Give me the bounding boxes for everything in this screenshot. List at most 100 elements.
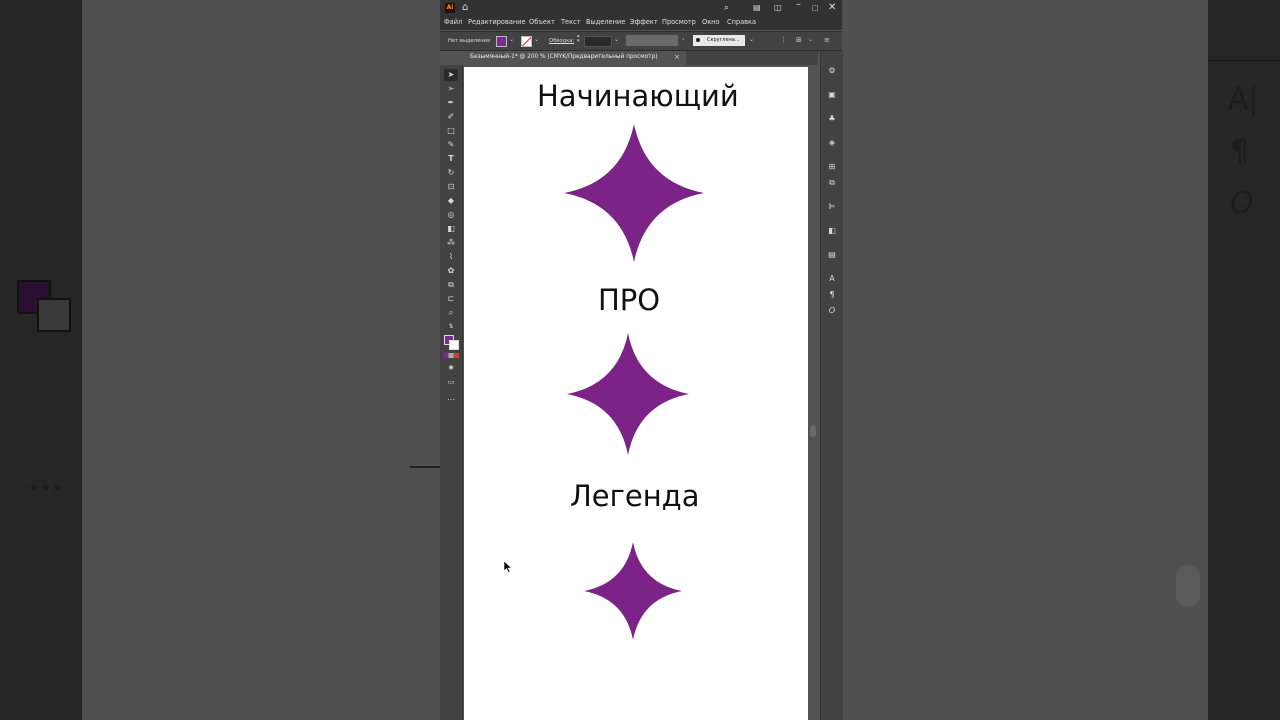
- appearance-icon[interactable]: ▤: [826, 249, 838, 261]
- stroke-weight-stepper[interactable]: ▴ ▾: [577, 34, 580, 44]
- eraser-tool-icon[interactable]: ◆: [444, 195, 458, 207]
- symbols-icon[interactable]: ♣: [826, 113, 838, 125]
- document-tab-bar: Безымянный-1* @ 200 % (CMYK/Предваритель…: [464, 51, 818, 65]
- free-transform-tool-icon[interactable]: ⊡: [444, 181, 458, 193]
- paragraph-icon[interactable]: ¶: [826, 289, 838, 301]
- transform-icon[interactable]: ⊞: [796, 36, 802, 44]
- home-icon[interactable]: ⌂: [462, 1, 468, 15]
- tool-stroke-swatch[interactable]: [449, 340, 459, 350]
- pen-tool-icon[interactable]: ✒: [444, 97, 458, 109]
- fill-color-swatch[interactable]: [496, 36, 507, 47]
- workspace-icon[interactable]: ▤: [753, 1, 761, 15]
- background-type-icon: A|: [1228, 82, 1259, 117]
- minimize-icon[interactable]: –: [796, 0, 801, 12]
- mesh-tool-icon[interactable]: ⁂: [444, 237, 458, 249]
- selection-tool-icon[interactable]: ➤: [444, 69, 458, 81]
- label-beginner: Начинающий: [537, 79, 739, 113]
- close-tab-icon[interactable]: ×: [674, 53, 680, 61]
- variable-width-profile[interactable]: [626, 35, 678, 46]
- screen-mode-icon[interactable]: ▭: [444, 376, 458, 388]
- label-pro: ПРО: [598, 283, 661, 317]
- rectangle-tool-icon[interactable]: □: [444, 125, 458, 137]
- rotate-tool-icon[interactable]: ↻: [444, 167, 458, 179]
- blend-tool-icon[interactable]: ⧉: [444, 279, 458, 291]
- background-paragraph-icon: ¶: [1230, 134, 1250, 169]
- close-window-icon[interactable]: ✕: [828, 1, 836, 15]
- menu-select[interactable]: Выделение: [586, 18, 625, 26]
- background-divider: [1208, 60, 1280, 61]
- character-icon[interactable]: A: [826, 273, 838, 285]
- chevron-right-icon[interactable]: ›: [682, 36, 684, 43]
- document-tab[interactable]: Безымянный-1* @ 200 % (CMYK/Предваритель…: [464, 51, 686, 65]
- chevron-down-icon[interactable]: ⌄: [749, 36, 754, 43]
- direct-selection-tool-icon[interactable]: ➢: [444, 83, 458, 95]
- align-icon[interactable]: ⋮: [780, 36, 787, 44]
- selection-status: Нет выделения: [448, 38, 491, 44]
- menu-view[interactable]: Просмотр: [662, 18, 696, 26]
- background-scroll-thumb: [1176, 565, 1200, 607]
- arrange-documents-icon[interactable]: ◫: [774, 1, 782, 15]
- transform-panel-icon[interactable]: ⊞: [826, 161, 838, 173]
- mouse-cursor: [504, 561, 512, 573]
- star-shape-medium[interactable]: [567, 333, 689, 455]
- properties-icon[interactable]: ⚙: [826, 65, 838, 77]
- background-more-icon: •••: [28, 476, 64, 500]
- libraries-icon[interactable]: ▣: [826, 89, 838, 101]
- panel-menu-icon[interactable]: ≡: [824, 36, 830, 44]
- zoom-tool-icon[interactable]: ⌕: [444, 307, 458, 319]
- shape-builder-tool-icon[interactable]: ◎: [444, 209, 458, 221]
- chevron-down-icon[interactable]: ⌄: [509, 36, 514, 43]
- vertical-scrollbar[interactable]: [808, 65, 818, 720]
- scroll-thumb[interactable]: [810, 425, 816, 437]
- color-mode-icons[interactable]: [443, 353, 459, 358]
- menu-object[interactable]: Объект: [529, 18, 555, 26]
- layers-icon[interactable]: ◈: [826, 137, 838, 149]
- background-blur-right: [842, 0, 1208, 720]
- swap-colors-icon[interactable]: ⇅: [444, 321, 458, 333]
- app-logo: Ai: [445, 3, 455, 13]
- pathfinder-icon[interactable]: ⧉: [826, 177, 838, 189]
- stroke-label[interactable]: Обводка:: [549, 38, 574, 44]
- background-blur-left: [82, 0, 440, 720]
- control-bar: Нет выделения ⌄ ⌄ Обводка: ▴ ▾ ⌄ › Скругл…: [440, 31, 842, 51]
- menu-help[interactable]: Справка: [727, 18, 756, 26]
- menu-window[interactable]: Окно: [702, 18, 720, 26]
- maximize-icon[interactable]: □: [812, 1, 819, 15]
- background-glyph-icon: O: [1230, 186, 1254, 221]
- label-legend: Легенда: [570, 479, 700, 513]
- menu-type[interactable]: Текст: [561, 18, 581, 26]
- star-shape-large[interactable]: [564, 124, 704, 262]
- opentype-icon[interactable]: O: [826, 305, 838, 317]
- menu-file[interactable]: Файл: [444, 18, 462, 26]
- background-left-panel: [0, 0, 82, 720]
- paintbrush-tool-icon[interactable]: ✎: [444, 139, 458, 151]
- eyedropper-tool-icon[interactable]: ⌇: [444, 251, 458, 263]
- curvature-tool-icon[interactable]: ✐: [444, 111, 458, 123]
- star-shape-small[interactable]: [584, 542, 682, 640]
- chevron-down-icon[interactable]: ⌄: [614, 36, 619, 43]
- illustrator-window: Ai ⌂ ⌕ ▤ ◫ – □ ✕ Файл Редактирование Объ…: [440, 0, 843, 720]
- artboard-tool-icon[interactable]: ⊏: [444, 293, 458, 305]
- menu-bar: Файл Редактирование Объект Текст Выделен…: [440, 16, 842, 30]
- chevron-down-icon[interactable]: ⌄: [808, 36, 813, 43]
- menu-edit[interactable]: Редактирование: [468, 18, 526, 26]
- more-tools-icon[interactable]: ⋯: [444, 394, 458, 406]
- symbol-sprayer-tool-icon[interactable]: ✿: [444, 265, 458, 277]
- search-icon[interactable]: ⌕: [724, 1, 729, 15]
- artboard[interactable]: Начинающий ПРО Легенда: [464, 67, 808, 720]
- draw-mode-icon[interactable]: ◉: [444, 362, 458, 374]
- chevron-down-icon[interactable]: ⌄: [534, 36, 539, 43]
- background-stroke-swatch: [37, 298, 71, 332]
- gradient-panel-icon[interactable]: ◧: [826, 225, 838, 237]
- menu-effect[interactable]: Эффект: [630, 18, 658, 26]
- right-panel-dock: ⚙ ▣ ♣ ◈ ⊞ ⧉ ⊫ ◧ ▤ A ¶ O: [820, 51, 843, 720]
- type-tool-icon[interactable]: T: [444, 153, 458, 165]
- background-dash: [410, 466, 440, 468]
- brush-definition-dropdown[interactable]: Скруглена...: [693, 35, 745, 46]
- stroke-color-swatch[interactable]: [521, 36, 532, 47]
- gradient-tool-icon[interactable]: ◧: [444, 223, 458, 235]
- align-panel-icon[interactable]: ⊫: [826, 201, 838, 213]
- stroke-weight-input[interactable]: [584, 36, 612, 47]
- document-tab-title: Безымянный-1* @ 200 % (CMYK/Предваритель…: [470, 54, 658, 60]
- tools-panel: ➤ ➢ ✒ ✐ □ ✎ T ↻ ⊡ ◆ ◎ ◧ ⁂ ⌇ ✿ ⧉ ⊏ ⌕ ⇅ ◉ …: [440, 65, 463, 720]
